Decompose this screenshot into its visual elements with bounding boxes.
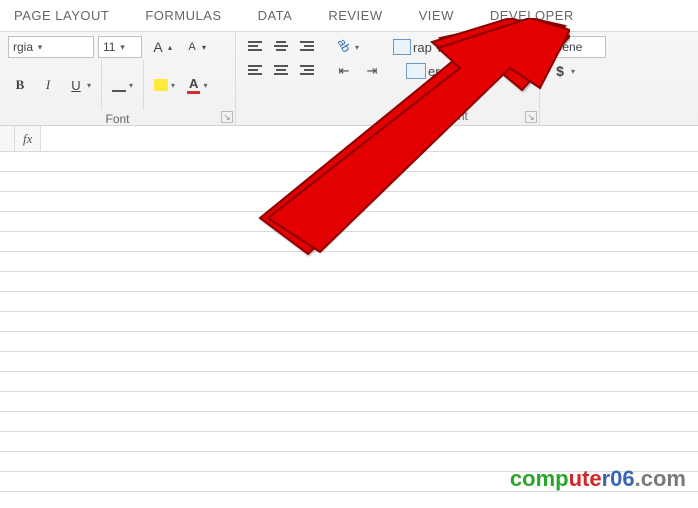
merge-center-label: erge & Center [428,64,509,79]
wrap-text-icon [393,39,411,55]
group-alignment-label: A nment [244,107,531,123]
font-color-button[interactable]: A▾ [183,73,211,97]
spreadsheet-grid[interactable] [0,152,698,508]
group-font: rgia ▾ 11 ▾ A▴ A▾ B I U▾ ▾ [0,32,236,125]
bold-icon: B [12,77,28,93]
align-right-button[interactable] [296,62,318,80]
wrap-text-label: rap Text [413,40,459,55]
font-name-value: rgia [13,40,33,54]
dollar-icon: $ [552,63,568,79]
align-middle-icon [274,41,288,53]
align-top-button[interactable] [244,38,266,56]
italic-button[interactable]: I [36,74,60,96]
font-dialog-launcher[interactable]: ↘ [221,111,233,123]
increase-indent-icon: ⇥ [364,63,380,79]
align-top-icon [248,41,262,53]
tab-developer[interactable]: DEVELOPER [486,2,578,29]
fill-color-icon [154,79,168,91]
fx-icon[interactable]: fx [15,131,40,147]
underline-icon: U [68,78,84,93]
tab-review[interactable]: REVIEW [324,2,386,29]
align-bottom-icon [300,41,314,53]
wrap-text-button[interactable]: rap Text [389,36,463,58]
decrease-font-icon: A [184,41,200,53]
group-number: Gene $▾ [540,32,698,125]
underline-button[interactable]: U▾ [64,75,95,96]
borders-icon [112,78,126,92]
decrease-indent-button[interactable]: ⇤ [332,60,356,82]
separator [101,60,102,110]
align-right-icon [300,65,314,77]
tab-page-layout[interactable]: PAGE LAYOUT [10,2,113,29]
merge-center-button[interactable]: erge & Center ▾ [402,60,520,82]
increase-indent-button[interactable]: ⇥ [360,60,384,82]
chevron-down-icon: ▾ [35,42,45,53]
tab-view[interactable]: VIEW [415,2,458,29]
group-alignment: ab▾ rap Text ⇤ ⇥ erge & Center [236,32,540,125]
formula-input[interactable] [41,126,698,151]
orientation-icon: ab [333,36,355,58]
decrease-indent-icon: ⇤ [336,63,352,79]
number-format-dropdown[interactable]: Gene [548,36,606,58]
number-format-value: Gene [553,40,582,54]
fill-color-button[interactable]: ▾ [150,76,179,94]
italic-icon: I [40,77,56,93]
align-left-icon [248,65,262,77]
font-size-dropdown[interactable]: 11 ▾ [98,36,142,58]
align-center-icon [274,65,288,77]
chevron-down-icon: ▾ [117,42,127,53]
align-left-button[interactable] [244,62,266,80]
font-name-dropdown[interactable]: rgia ▾ [8,36,94,58]
align-bottom-button[interactable] [296,38,318,56]
group-font-label: Font [8,110,227,126]
increase-font-button[interactable]: A▴ [146,36,176,58]
formula-bar: fx [0,126,698,152]
bold-button[interactable]: B [8,74,32,96]
align-middle-button[interactable] [270,38,292,56]
orientation-button[interactable]: ab▾ [332,36,363,58]
borders-button[interactable]: ▾ [108,75,137,95]
font-color-icon: A [187,76,200,94]
ribbon-tabs: PAGE LAYOUT FORMULAS DATA REVIEW VIEW DE… [0,0,698,32]
accounting-format-button[interactable]: $▾ [548,60,579,82]
ribbon: rgia ▾ 11 ▾ A▴ A▾ B I U▾ ▾ [0,32,698,126]
tab-formulas[interactable]: FORMULAS [141,2,225,29]
watermark: computer06.com [510,466,686,492]
font-size-value: 11 [103,40,115,54]
align-center-button[interactable] [270,62,292,80]
separator [143,60,144,110]
alignment-dialog-launcher[interactable]: ↘ [525,111,537,123]
merge-center-icon [406,63,426,79]
decrease-font-button[interactable]: A▾ [180,38,210,56]
increase-font-icon: A [150,39,166,55]
tab-data[interactable]: DATA [254,2,297,29]
